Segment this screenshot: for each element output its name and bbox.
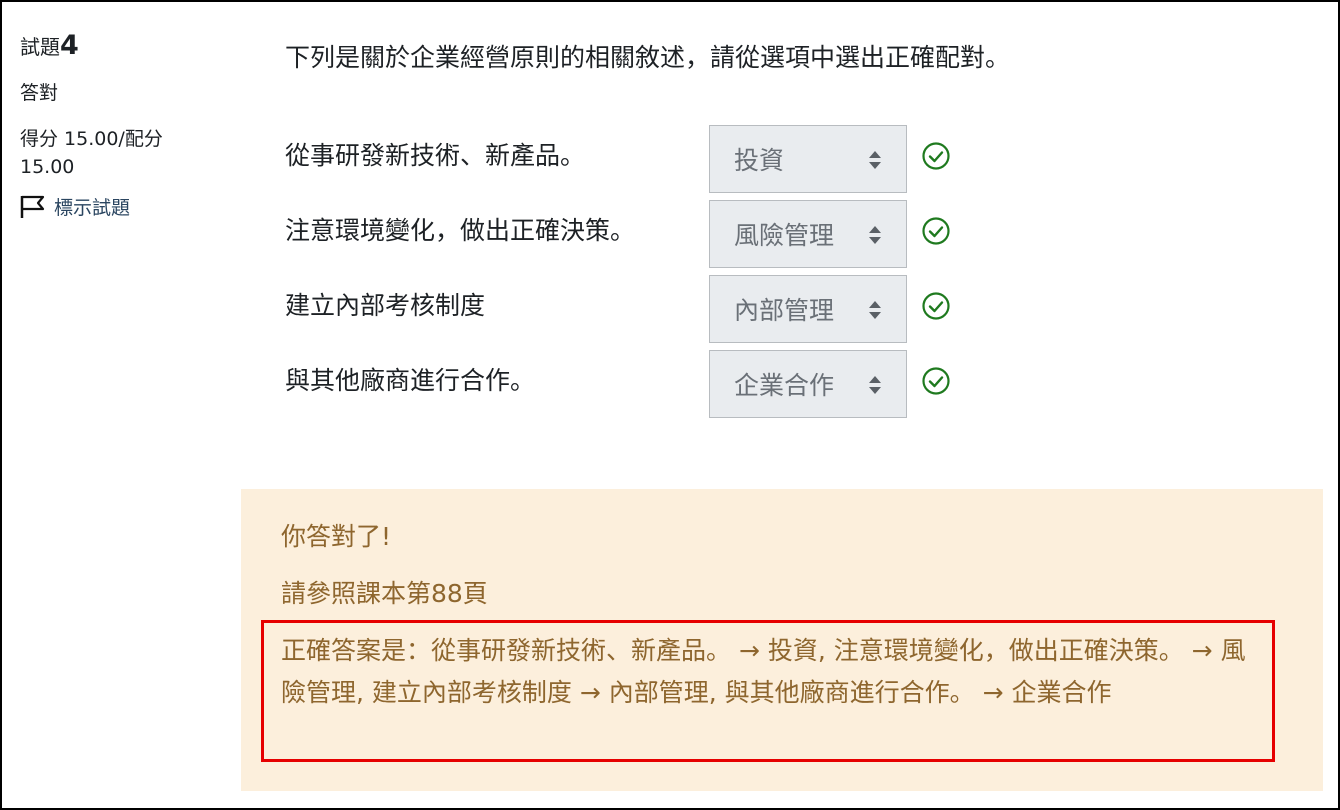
- question-grade: 得分 15.00/配分 15.00: [20, 128, 163, 178]
- question-label: 試題: [20, 35, 60, 59]
- answer-select[interactable]: 企業合作: [709, 350, 907, 418]
- feedback-panel: 你答對了! 請參照課本第88頁 正確答案是：從事研發新技術、新產品。 → 投資,…: [241, 489, 1323, 791]
- question-state: 答對: [20, 82, 59, 104]
- select-arrows-icon: [869, 151, 881, 169]
- select-arrows-icon: [869, 301, 881, 319]
- check-circle-icon: [922, 292, 950, 320]
- answer-select-value: 內部管理: [734, 296, 835, 325]
- flag-label: 標示試題: [54, 197, 131, 219]
- flag-question-link[interactable]: 標示試題: [20, 193, 220, 220]
- question-number-value: 4: [60, 30, 79, 61]
- right-answer-highlight: 正確答案是：從事研發新技術、新產品。 → 投資, 注意環境變化，做出正確決策。 …: [261, 620, 1275, 762]
- question-text: 下列是關於企業經營原則的相關敘述，請從選項中選出正確配對。: [285, 43, 1011, 72]
- match-statement: 從事研發新技術、新產品。: [285, 141, 586, 170]
- right-answer-text: 正確答案是：從事研發新技術、新產品。 → 投資, 注意環境變化，做出正確決策。 …: [281, 636, 1246, 707]
- select-arrows-icon: [869, 226, 881, 244]
- question-number: 試題4: [20, 28, 220, 65]
- match-statement: 建立內部考核制度: [285, 291, 486, 320]
- answer-select[interactable]: 內部管理: [709, 275, 907, 343]
- answer-select-value: 投資: [734, 146, 785, 175]
- reference-feedback: 請參照課本第88頁: [281, 579, 488, 608]
- check-circle-icon: [922, 367, 950, 395]
- check-circle-icon: [922, 142, 950, 170]
- answer-select-value: 風險管理: [734, 221, 835, 250]
- check-circle-icon: [922, 217, 950, 245]
- general-feedback: 你答對了!: [281, 522, 392, 551]
- select-arrows-icon: [869, 376, 881, 394]
- match-statement: 與其他廠商進行合作。: [285, 366, 536, 395]
- question-card: 試題4 答對 得分 15.00/配分 15.00 標示試題 下列是關於企業經營原…: [0, 0, 1340, 810]
- flag-icon: [20, 195, 45, 218]
- match-statement: 注意環境變化，做出正確決策。: [285, 216, 636, 245]
- answer-select[interactable]: 投資: [709, 125, 907, 193]
- question-info: 試題4 答對 得分 15.00/配分 15.00 標示試題: [20, 28, 220, 220]
- answer-select[interactable]: 風險管理: [709, 200, 907, 268]
- answer-select-value: 企業合作: [734, 371, 835, 400]
